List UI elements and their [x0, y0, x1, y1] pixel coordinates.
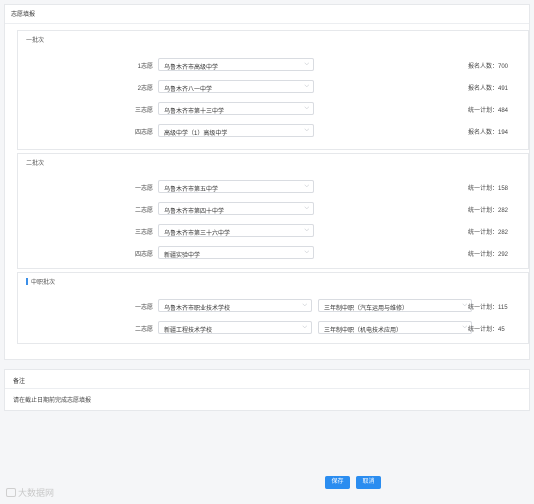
remark-text: 请在截止日期前完成志愿填报: [13, 398, 92, 404]
cancel-button[interactable]: 取消: [356, 476, 381, 489]
chevron-down-icon: ⌵: [304, 105, 309, 111]
school-select[interactable]: 乌鲁木齐市高级中学 ⌵: [158, 58, 314, 71]
row-label: 二志愿: [134, 208, 153, 214]
volunteer-row: 一志愿 乌鲁木齐市职业技术学校 ⌵ 三年制中职（汽车运用与维修） ⌵ 统一计划：…: [18, 299, 528, 313]
major-select[interactable]: 三年制中职（汽车运用与维修） ⌵: [318, 299, 472, 312]
school-select[interactable]: 新疆工程技术学校 ⌵: [158, 321, 312, 334]
row-label: 四志愿: [134, 130, 153, 136]
row-label: 一志愿: [134, 305, 153, 311]
chevron-down-icon: ⌵: [302, 302, 307, 308]
school-select[interactable]: 乌鲁木齐市第三十六中学 ⌵: [158, 224, 314, 237]
chevron-down-icon: ⌵: [304, 83, 309, 89]
volunteer-row: 四志愿 高级中学（1）高级中学 ⌵ 报名人数：194: [18, 124, 528, 138]
section-marker: [26, 278, 28, 285]
school-select[interactable]: 乌鲁木齐市第十三中学 ⌵: [158, 102, 314, 115]
plan-count: 统一计划：115: [468, 305, 508, 311]
volunteer-row: 四志愿 新疆实验中学 ⌵ 统一计划：292: [18, 246, 528, 260]
chevron-down-icon: ⌵: [302, 324, 307, 330]
row-label: 二志愿: [134, 327, 153, 333]
section-title: 一批次: [26, 38, 45, 44]
school-select[interactable]: 乌鲁木齐市第五中学 ⌵: [158, 180, 314, 193]
chevron-down-icon: ⌵: [462, 324, 467, 330]
volunteer-row: 一志愿 乌鲁木齐市第五中学 ⌵ 统一计划：158: [18, 180, 528, 194]
divider: [5, 388, 529, 389]
section-title: 二批次: [26, 161, 45, 167]
chevron-down-icon: ⌵: [462, 302, 467, 308]
row-label: 一志愿: [134, 186, 153, 192]
volunteer-row: 1志愿 乌鲁木齐市高级中学 ⌵ 报名人数：700: [18, 58, 528, 72]
volunteer-row: 二志愿 新疆工程技术学校 ⌵ 三年制中职（机电技术应用） ⌵ 统一计划：45: [18, 321, 528, 335]
section-title: 中职批次: [26, 277, 55, 286]
plan-count: 统一计划：45: [468, 327, 505, 333]
divider: [5, 23, 529, 24]
row-label: 四志愿: [134, 252, 153, 258]
section-batch-vocational: 中职批次 一志愿 乌鲁木齐市职业技术学校 ⌵ 三年制中职（汽车运用与维修） ⌵ …: [17, 272, 529, 344]
remark-panel: 备注 请在截止日期前完成志愿填报: [4, 369, 530, 411]
watermark-logo-icon: [6, 488, 16, 497]
volunteer-row: 2志愿 乌鲁木齐八一中学 ⌵ 报名人数：491: [18, 80, 528, 94]
section-batch-2: 二批次 一志愿 乌鲁木齐市第五中学 ⌵ 统一计划：158 二志愿 乌鲁木齐市第四…: [17, 153, 529, 269]
volunteer-form-panel: 志愿填报 一批次 1志愿 乌鲁木齐市高级中学 ⌵ 报名人数：700 2志愿 乌鲁…: [4, 4, 530, 360]
panel-title: 志愿填报: [11, 12, 36, 18]
remark-title: 备注: [13, 379, 26, 385]
row-label: 2志愿: [137, 86, 153, 92]
plan-count: 报名人数：491: [468, 86, 509, 92]
volunteer-row: 三志愿 乌鲁木齐市第十三中学 ⌵ 统一计划：484: [18, 102, 528, 116]
save-button[interactable]: 保存: [325, 476, 350, 489]
chevron-down-icon: ⌵: [304, 61, 309, 67]
row-label: 三志愿: [134, 230, 153, 236]
volunteer-row: 三志愿 乌鲁木齐市第三十六中学 ⌵ 统一计划：282: [18, 224, 528, 238]
chevron-down-icon: ⌵: [304, 183, 309, 189]
plan-count: 统一计划：158: [468, 186, 509, 192]
chevron-down-icon: ⌵: [304, 227, 309, 233]
plan-count: 报名人数：700: [468, 64, 509, 70]
section-batch-1: 一批次 1志愿 乌鲁木齐市高级中学 ⌵ 报名人数：700 2志愿 乌鲁木齐八一中…: [17, 30, 529, 150]
plan-count: 统一计划：282: [468, 230, 509, 236]
school-select[interactable]: 乌鲁木齐市职业技术学校 ⌵: [158, 299, 312, 312]
chevron-down-icon: ⌵: [304, 249, 309, 255]
plan-count: 统一计划：292: [468, 252, 509, 258]
chevron-down-icon: ⌵: [304, 205, 309, 211]
row-label: 1志愿: [137, 64, 153, 70]
plan-count: 报名人数：194: [468, 130, 509, 136]
chevron-down-icon: ⌵: [304, 127, 309, 133]
school-select[interactable]: 乌鲁木齐市第四十中学 ⌵: [158, 202, 314, 215]
watermark: 大数据网: [6, 486, 54, 499]
volunteer-row: 二志愿 乌鲁木齐市第四十中学 ⌵ 统一计划：282: [18, 202, 528, 216]
school-select[interactable]: 乌鲁木齐八一中学 ⌵: [158, 80, 314, 93]
plan-count: 统一计划：484: [468, 108, 509, 114]
school-select[interactable]: 新疆实验中学 ⌵: [158, 246, 314, 259]
row-label: 三志愿: [134, 108, 153, 114]
school-select[interactable]: 高级中学（1）高级中学 ⌵: [158, 124, 314, 137]
major-select[interactable]: 三年制中职（机电技术应用） ⌵: [318, 321, 472, 334]
plan-count: 统一计划：282: [468, 208, 509, 214]
